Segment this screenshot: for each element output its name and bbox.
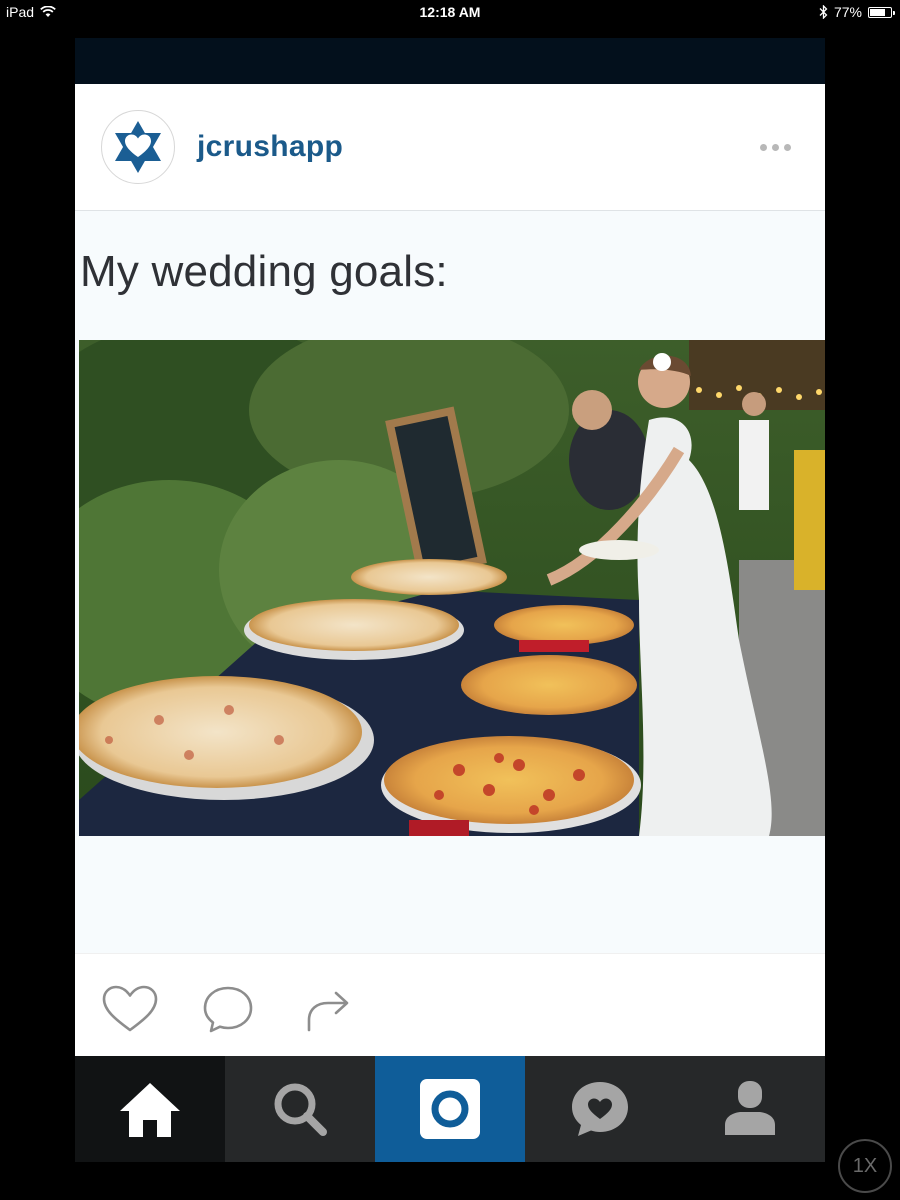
battery-level (870, 8, 885, 16)
post-actions-bar (75, 953, 825, 1057)
battery-icon (868, 6, 895, 18)
zoom-1x-button[interactable]: 1X (838, 1139, 892, 1193)
share-arrow-icon (307, 991, 349, 1032)
star-of-david-heart-icon (115, 121, 161, 173)
profile-icon (725, 1081, 775, 1135)
more-options-button[interactable] (760, 134, 791, 161)
dot (760, 143, 767, 151)
instagram-app: jcrushapp My wedding goals: (75, 38, 825, 1162)
home-icon (120, 1083, 180, 1137)
search-icon (274, 1083, 327, 1136)
status-bar: iPad 12:18 AM 77% (0, 0, 900, 24)
like-button[interactable] (101, 984, 159, 1039)
dot (784, 143, 791, 151)
chat-heart-icon (572, 1082, 628, 1136)
tab-search[interactable] (225, 1056, 375, 1162)
camera-icon (420, 1079, 480, 1139)
post-image[interactable]: My wedding goals: (75, 211, 825, 953)
avatar[interactable] (101, 110, 175, 184)
photo-illustration (79, 340, 825, 836)
heart-icon (102, 985, 158, 1032)
app-top-bar (75, 38, 825, 84)
comment-icon (203, 986, 253, 1033)
tab-home[interactable] (75, 1056, 225, 1162)
share-button[interactable] (301, 984, 355, 1041)
comment-button[interactable] (201, 984, 255, 1041)
clock: 12:18 AM (419, 4, 481, 20)
wedding-pizza-buffet-photo (79, 340, 825, 836)
status-right: 77% (819, 4, 895, 20)
tab-camera[interactable] (375, 1056, 525, 1162)
meme-caption: My wedding goals: (80, 247, 448, 296)
bottom-tab-bar (75, 1056, 825, 1162)
dot (772, 143, 779, 151)
tab-profile[interactable] (675, 1056, 825, 1162)
bluetooth-icon (819, 5, 828, 19)
tab-activity[interactable] (525, 1056, 675, 1162)
post-header: jcrushapp (75, 84, 825, 211)
battery-percent: 77% (833, 4, 862, 20)
username-link[interactable]: jcrushapp (197, 130, 343, 164)
